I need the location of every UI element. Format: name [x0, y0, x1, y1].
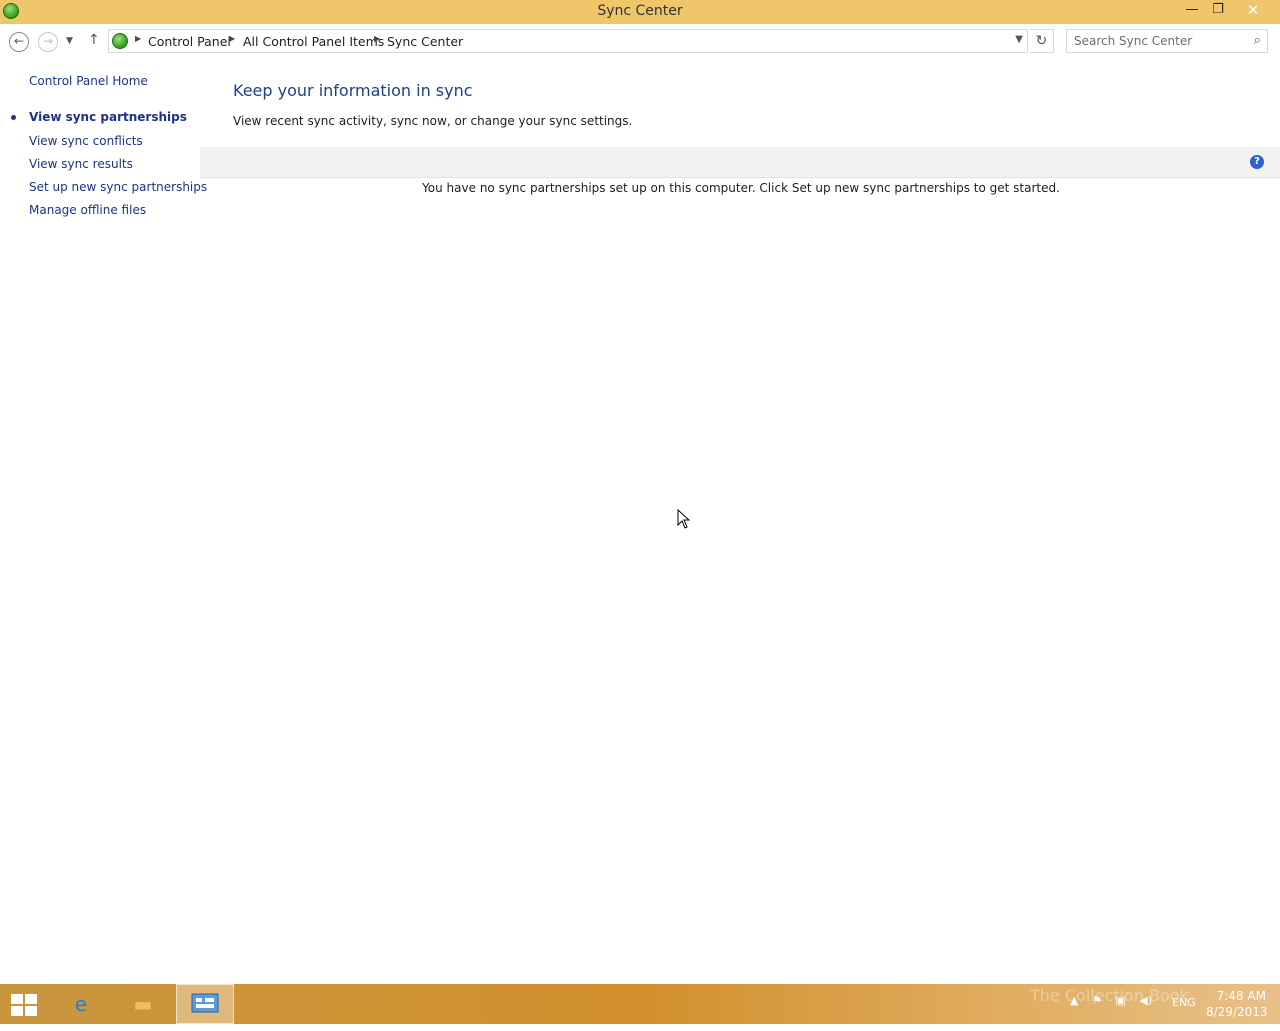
clock-date: 8/29/2013 — [1206, 1005, 1268, 1019]
address-toolbar: ← → ▼ ↑ ▶ Control Panel ▶ All Control Pa… — [0, 26, 1280, 56]
control-panel-glyph — [191, 993, 219, 1013]
mouse-cursor-icon — [677, 509, 691, 529]
breadcrumb-all-control-panel-items[interactable]: All Control Panel Items — [243, 34, 384, 49]
recent-pages-icon[interactable]: ▼ — [66, 36, 73, 46]
taskbar: e ▬ The Collection Book ▲ ⚑ ▣ ◀) ENG 7:4… — [0, 984, 1280, 1024]
language-indicator[interactable]: ENG — [1172, 996, 1196, 1009]
internet-explorer-icon[interactable]: e — [52, 984, 110, 1024]
search-box[interactable]: ⌕ — [1066, 29, 1268, 53]
clock[interactable]: 7:48 AM 8/29/2013 — [1206, 988, 1268, 1020]
window-title: Sync Center — [597, 3, 683, 19]
forward-arrow-icon[interactable]: → — [38, 32, 58, 52]
sidebar-item-view-sync-partnerships[interactable]: View sync partnerships — [29, 110, 187, 124]
clock-time: 7:48 AM — [1216, 989, 1266, 1003]
close-button[interactable]: ✕ — [1230, 0, 1276, 22]
show-hidden-icons-icon[interactable]: ▲ — [1070, 994, 1078, 1007]
action-center-flag-icon[interactable]: ⚑ — [1092, 994, 1102, 1007]
command-bar: ? — [200, 147, 1280, 178]
up-arrow-icon[interactable]: ↑ — [88, 32, 100, 48]
page-title: Keep your information in sync — [233, 81, 473, 100]
empty-partnerships-message: You have no sync partnerships set up on … — [422, 181, 1060, 195]
breadcrumb-sync-center[interactable]: Sync Center — [387, 34, 463, 49]
control-panel-icon[interactable] — [176, 984, 234, 1024]
help-icon[interactable]: ? — [1250, 155, 1264, 169]
sidebar-item-set-up-new-sync-partnerships[interactable]: Set up new sync partnerships — [29, 180, 207, 194]
sidebar-item-view-sync-conflicts[interactable]: View sync conflicts — [29, 134, 143, 148]
breadcrumb-separator[interactable]: ▶ — [135, 34, 141, 43]
sidebar-item-view-sync-results[interactable]: View sync results — [29, 157, 133, 171]
file-explorer-icon[interactable]: ▬ — [114, 984, 172, 1024]
sidebar-item-manage-offline-files[interactable]: Manage offline files — [29, 203, 146, 217]
address-dropdown-icon[interactable]: ▼ — [1015, 34, 1023, 45]
back-arrow-icon[interactable]: ← — [9, 32, 29, 52]
page-subtitle: View recent sync activity, sync now, or … — [233, 114, 633, 128]
sync-center-window: Sync Center — ❐ ✕ ← → ▼ ↑ ▶ Control Pane… — [0, 0, 1280, 984]
sync-center-location-icon — [112, 33, 128, 49]
restore-button[interactable]: ❐ — [1204, 0, 1232, 22]
breadcrumb-separator[interactable]: ▶ — [374, 34, 380, 43]
search-input[interactable] — [1067, 30, 1243, 52]
sidebar-item-control-panel-home[interactable]: Control Panel Home — [29, 74, 148, 88]
network-icon[interactable]: ▣ — [1115, 994, 1125, 1007]
minimize-button[interactable]: — — [1178, 0, 1206, 22]
volume-icon[interactable]: ◀) — [1139, 994, 1152, 1007]
address-bar[interactable]: ▶ Control Panel ▶ All Control Panel Item… — [108, 29, 1028, 53]
active-item-bullet — [11, 115, 16, 120]
search-icon[interactable]: ⌕ — [1254, 33, 1261, 48]
breadcrumb-separator[interactable]: ▶ — [229, 34, 235, 43]
title-bar[interactable]: Sync Center — ❐ ✕ — [0, 0, 1280, 24]
breadcrumb-control-panel[interactable]: Control Panel — [148, 34, 231, 49]
notification-area[interactable]: ▲ ⚑ ▣ ◀) — [1070, 994, 1162, 1007]
refresh-icon[interactable]: ↻ — [1030, 29, 1054, 53]
windows-start-icon[interactable] — [11, 994, 38, 1016]
